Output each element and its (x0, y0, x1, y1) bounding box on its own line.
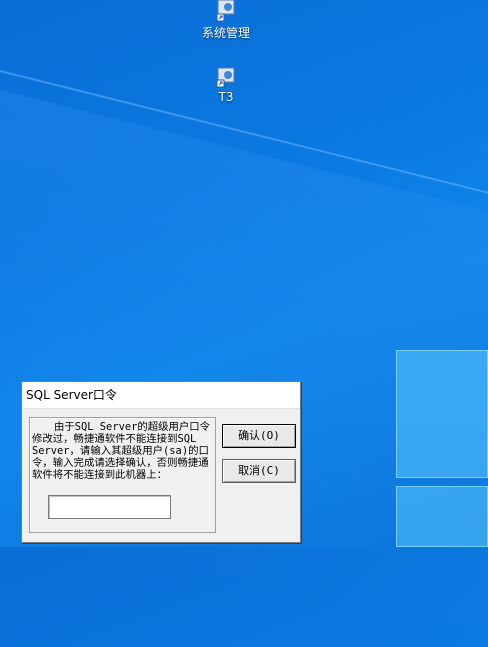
dialog-title[interactable]: SQL Server口令 (22, 382, 300, 409)
desktop-icon-t3[interactable]: T3 (191, 66, 261, 104)
desktop-icon-system-admin[interactable]: 系统管理 (191, 0, 261, 41)
app-shortcut-icon (216, 67, 235, 88)
ok-button[interactable]: 确认(O) (222, 424, 296, 448)
windows-logo-pane-top (396, 350, 488, 478)
dialog-message: 由于SQL Server的超级用户口令修改过，畅捷通软件不能连接到SQL Ser… (32, 421, 211, 481)
sql-server-password-dialog: SQL Server口令 由于SQL Server的超级用户口令修改过，畅捷通软… (21, 381, 301, 543)
windows-logo-pane-bottom (396, 486, 488, 547)
app-shortcut-icon (216, 0, 235, 22)
desktop-icon-label: 系统管理 (201, 26, 250, 40)
desktop-icon-label: T3 (218, 90, 234, 104)
cancel-button[interactable]: 取消(C) (222, 459, 296, 483)
password-field[interactable] (48, 495, 171, 519)
